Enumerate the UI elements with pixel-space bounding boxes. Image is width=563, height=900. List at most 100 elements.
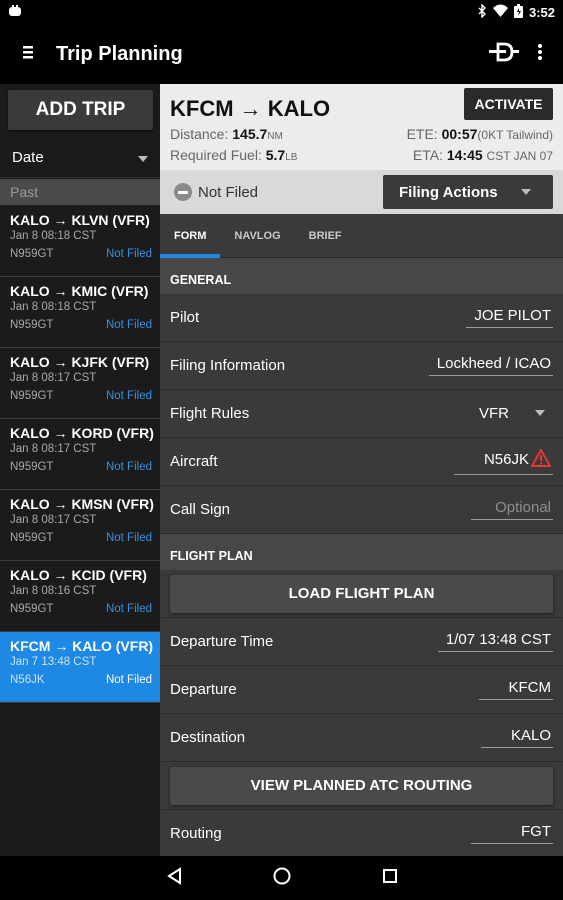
tab-bar: FORM NAVLOG BRIEF <box>160 214 563 258</box>
bluetooth-icon <box>477 2 487 21</box>
trip-status: Not Filed <box>105 248 152 260</box>
eta-note: CST JAN 07 <box>486 149 553 163</box>
tab-navlog[interactable]: NAVLOG <box>220 214 294 258</box>
pilot-row: Pilot JOE PILOT <box>160 294 563 342</box>
flight-rules-row: Flight Rules VFR <box>160 390 563 438</box>
trip-tail: N56JK <box>10 674 45 686</box>
distance-info: Distance: 145.7NM <box>170 126 283 142</box>
departure-row: Departure KFCM <box>160 666 563 714</box>
wifi-icon <box>492 4 508 20</box>
aircraft-value: N56JK <box>483 451 529 468</box>
home-icon[interactable] <box>272 866 292 891</box>
destination-field[interactable]: KALO <box>480 727 553 748</box>
menu-button[interactable] <box>0 44 56 65</box>
filing-status: Not Filed <box>160 183 383 201</box>
pilot-field[interactable]: JOE PILOT <box>466 307 553 328</box>
trip-date: Jan 7 13:48 CST <box>10 656 97 668</box>
trip-tail: N959GT <box>10 603 54 615</box>
system-nav-bar <box>0 856 563 900</box>
trip-item[interactable]: KALO → KMSN (VFR) Jan 8 08:17 CST N959GT… <box>0 490 160 561</box>
sort-label: Date <box>12 149 44 166</box>
load-flight-plan-row: LOAD FLIGHT PLAN <box>160 570 563 618</box>
eta-value: 14:45 <box>446 147 483 163</box>
view-planned-atc-routing-button[interactable]: VIEW PLANNED ATC ROUTING <box>170 766 553 805</box>
battery-icon <box>513 3 523 21</box>
trip-sidebar: ADD TRIP Date Past KALO → KLVN (VFR) Jan… <box>0 84 160 856</box>
filing-bar: Not Filed Filing Actions <box>160 170 563 214</box>
departure-time-row: Departure Time 1/07 13:48 CST <box>160 618 563 666</box>
trip-date: Jan 8 08:18 CST <box>10 301 97 313</box>
filing-actions-label: Filing Actions <box>399 183 498 201</box>
flight-rules-label: Flight Rules <box>170 405 250 422</box>
fuel-unit: LB <box>285 152 298 163</box>
trip-title: KFCM → KALO <box>170 96 331 121</box>
call-sign-field[interactable]: Optional <box>471 499 553 520</box>
trip-tail: N959GT <box>10 319 54 331</box>
add-trip-button[interactable]: ADD TRIP <box>8 90 153 130</box>
departure-time-label: Departure Time <box>170 633 274 650</box>
eta-info: ETA: 14:45 CST JAN 07 <box>413 147 553 163</box>
trip-status: Not Filed <box>105 319 152 331</box>
status-bar: 3:52 <box>0 0 563 24</box>
chevron-down-icon <box>535 408 545 419</box>
trip-item[interactable]: KALO → KORD (VFR) Jan 8 08:17 CST N959GT… <box>0 419 160 490</box>
recents-icon[interactable] <box>382 868 398 889</box>
trip-date: Jan 8 08:16 CST <box>10 585 97 597</box>
clock: 3:52 <box>528 4 555 20</box>
trip-detail-panel: KFCM → KALO ACTIVATE Distance: 145.7NM R… <box>160 84 563 858</box>
trip-status: Not Filed <box>105 532 152 544</box>
trip-item-selected[interactable]: KFCM → KALO (VFR) Jan 7 13:48 CST N56JK N… <box>0 632 160 703</box>
departure-label: Departure <box>170 681 237 698</box>
filing-info-field[interactable]: Lockheed / ICAO <box>428 355 553 376</box>
trip-item[interactable]: KALO → KMIC (VFR) Jan 8 08:18 CST N959GT… <box>0 277 160 348</box>
eta-label: ETA: <box>412 147 443 163</box>
filing-info-row: Filing Information Lockheed / ICAO <box>160 342 563 390</box>
trip-route: KALO → KLVN (VFR) <box>10 212 150 228</box>
fuel-value: 5.7 <box>265 147 286 163</box>
notification-icon <box>8 4 22 21</box>
trip-route: KALO → KJFK (VFR) <box>10 354 150 370</box>
trip-status: Not Filed <box>105 674 152 686</box>
trip-tail: N959GT <box>10 390 54 402</box>
aircraft-field[interactable]: N56JK <box>453 447 553 475</box>
trip-item[interactable]: KALO → KLVN (VFR) Jan 8 08:18 CST N959GT… <box>0 206 160 277</box>
activate-button[interactable]: ACTIVATE <box>464 88 553 120</box>
overflow-menu-icon[interactable] <box>537 43 543 66</box>
fuel-label: Required Fuel: <box>170 147 262 163</box>
departure-field[interactable]: KFCM <box>478 679 553 700</box>
filing-actions-dropdown[interactable]: Filing Actions <box>383 175 553 209</box>
departure-time-field[interactable]: 1/07 13:48 CST <box>437 631 553 652</box>
trip-item[interactable]: KALO → KJFK (VFR) Jan 8 08:17 CST N959GT… <box>0 348 160 419</box>
trip-item[interactable]: KALO → KCID (VFR) Jan 8 08:16 CST N959GT… <box>0 561 160 632</box>
trip-date: Jan 8 08:17 CST <box>10 514 97 526</box>
ete-info: ETE: 00:57(0KT Tailwind) <box>407 126 553 142</box>
aircraft-row: Aircraft N56JK <box>160 438 563 486</box>
filing-status-label: Not Filed <box>198 183 259 201</box>
tab-brief[interactable]: BRIEF <box>295 214 356 258</box>
trip-date: Jan 8 08:17 CST <box>10 443 97 455</box>
routing-field[interactable]: FGT <box>471 823 553 844</box>
tab-form[interactable]: FORM <box>160 214 221 258</box>
chevron-down-icon <box>138 149 148 166</box>
ete-note: (0KT Tailwind) <box>477 128 553 142</box>
flight-rules-value: VFR <box>479 405 509 422</box>
flight-rules-select[interactable]: VFR <box>479 405 553 422</box>
trip-header: KFCM → KALO ACTIVATE Distance: 145.7NM R… <box>160 84 563 170</box>
destination-row: Destination KALO <box>160 714 563 762</box>
load-flight-plan-button[interactable]: LOAD FLIGHT PLAN <box>170 574 553 613</box>
back-icon[interactable] <box>166 866 182 890</box>
trip-list: KALO → KLVN (VFR) Jan 8 08:18 CST N959GT… <box>0 206 160 703</box>
destination-label: Destination <box>170 729 246 746</box>
route-icon[interactable] <box>489 42 519 67</box>
distance-value: 145.7 <box>232 126 268 142</box>
sort-dropdown[interactable]: Date <box>0 138 160 178</box>
pilot-label: Pilot <box>170 309 200 326</box>
section-header-past: Past <box>0 179 160 205</box>
trip-route: KALO → KORD (VFR) <box>10 425 154 441</box>
routing-row: Routing FGT <box>160 810 563 858</box>
minus-circle-icon <box>174 183 192 201</box>
filing-info-label: Filing Information <box>170 357 286 374</box>
section-header-flight-plan: FLIGHT PLAN <box>160 534 563 570</box>
aircraft-label: Aircraft <box>170 453 218 470</box>
trip-date: Jan 8 08:17 CST <box>10 372 97 384</box>
